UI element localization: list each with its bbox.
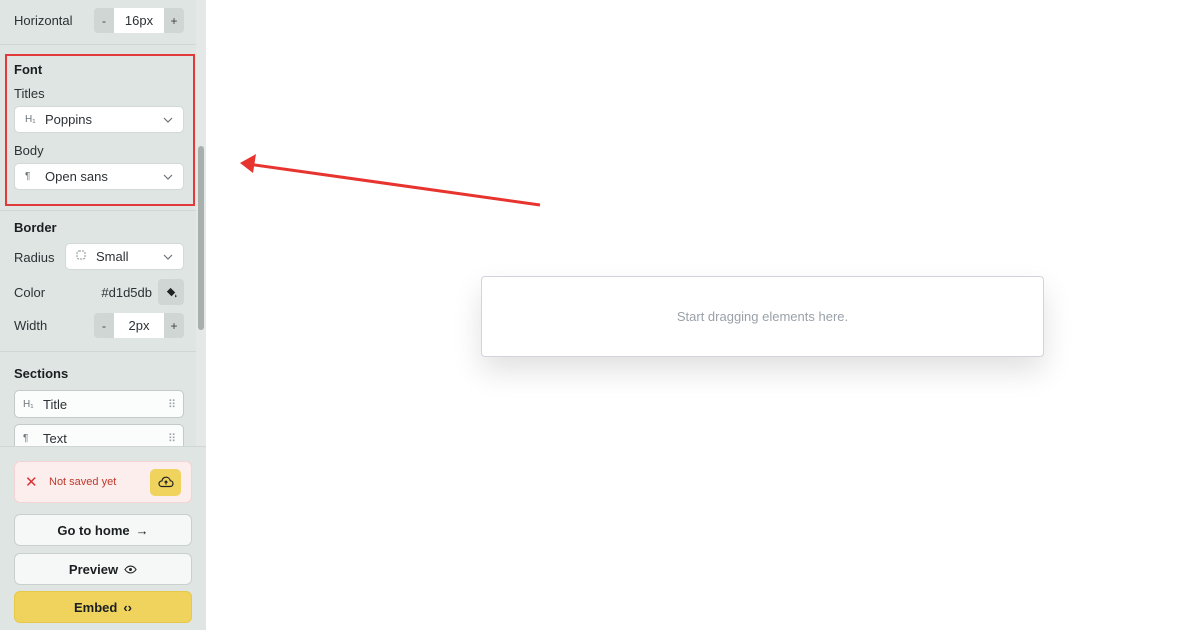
close-icon: ✕ bbox=[25, 474, 38, 491]
embed-label: Embed bbox=[73, 599, 118, 615]
divider bbox=[0, 351, 196, 352]
paint-bucket-button[interactable] bbox=[158, 279, 184, 305]
color-control: #d1d5db bbox=[101, 279, 184, 305]
border-color-row: Color #d1d5db bbox=[14, 279, 184, 305]
divider bbox=[0, 44, 196, 45]
sidebar-actions: ✕ Not saved yet Go to home → Preview Emb… bbox=[0, 446, 206, 630]
preview-button[interactable]: Preview bbox=[14, 553, 192, 585]
border-section-title: Border bbox=[14, 220, 57, 235]
sidebar: Horizontal - 16px + Font Titles H₁ Poppi… bbox=[0, 0, 206, 630]
go-to-home-button[interactable]: Go to home → bbox=[14, 514, 192, 546]
width-increment-button[interactable]: + bbox=[164, 313, 184, 338]
scrollbar-thumb[interactable] bbox=[198, 146, 204, 330]
save-status-banner: ✕ Not saved yet bbox=[14, 461, 192, 503]
radius-select[interactable]: Small bbox=[65, 243, 184, 270]
paragraph-icon: ¶ bbox=[23, 432, 29, 444]
horizontal-padding-row: Horizontal - 16px + bbox=[14, 8, 184, 33]
save-status-text: Not saved yet bbox=[49, 476, 117, 488]
sidebar-scrollbar[interactable] bbox=[196, 0, 206, 446]
horizontal-decrement-button[interactable]: - bbox=[94, 8, 114, 33]
drag-handle-icon[interactable]: ⠿ bbox=[168, 398, 176, 411]
radius-label: Radius bbox=[14, 250, 55, 265]
chevron-down-icon bbox=[163, 252, 173, 262]
color-value[interactable]: #d1d5db bbox=[101, 285, 152, 300]
embed-button[interactable]: Embed ‹› bbox=[14, 591, 192, 623]
heading-icon: H₁ bbox=[23, 398, 34, 410]
horizontal-increment-button[interactable]: + bbox=[164, 8, 184, 33]
border-width-row: Width - 2px + bbox=[14, 313, 184, 338]
width-value[interactable]: 2px bbox=[114, 313, 164, 338]
section-item-label: Title bbox=[43, 396, 68, 412]
arrow-right-icon: → bbox=[135, 522, 149, 538]
width-label: Width bbox=[14, 318, 48, 333]
drop-zone-placeholder: Start dragging elements here. bbox=[676, 309, 849, 324]
section-item-title[interactable]: H₁ Title ⠿ bbox=[14, 390, 184, 418]
corner-radius-icon bbox=[76, 250, 96, 263]
section-item-text[interactable]: ¶ Text ⠿ bbox=[14, 424, 184, 446]
width-stepper: - 2px + bbox=[94, 313, 184, 338]
eye-icon bbox=[124, 565, 137, 573]
divider bbox=[0, 210, 196, 211]
editor-canvas: Start dragging elements here. bbox=[206, 0, 1200, 630]
font-highlight-box bbox=[5, 54, 195, 206]
code-icon: ‹› bbox=[123, 599, 132, 615]
radius-value: Small bbox=[96, 249, 129, 264]
section-item-label: Text bbox=[43, 430, 67, 446]
cloud-save-button[interactable] bbox=[150, 468, 181, 496]
drop-zone[interactable]: Start dragging elements here. bbox=[481, 276, 1044, 357]
preview-label: Preview bbox=[68, 561, 119, 577]
width-decrement-button[interactable]: - bbox=[94, 313, 114, 338]
horizontal-label: Horizontal bbox=[14, 13, 73, 28]
color-label: Color bbox=[14, 284, 46, 300]
horizontal-stepper: - 16px + bbox=[94, 8, 184, 33]
cloud-upload-icon bbox=[157, 476, 174, 488]
paint-bucket-icon bbox=[166, 287, 177, 297]
drag-handle-icon[interactable]: ⠿ bbox=[168, 432, 176, 445]
sidebar-scroll-area: Horizontal - 16px + Font Titles H₁ Poppi… bbox=[0, 0, 196, 446]
go-to-home-label: Go to home bbox=[57, 522, 130, 538]
horizontal-value[interactable]: 16px bbox=[114, 8, 164, 33]
annotation-arrow-icon bbox=[240, 154, 541, 207]
sections-title: Sections bbox=[14, 366, 69, 381]
